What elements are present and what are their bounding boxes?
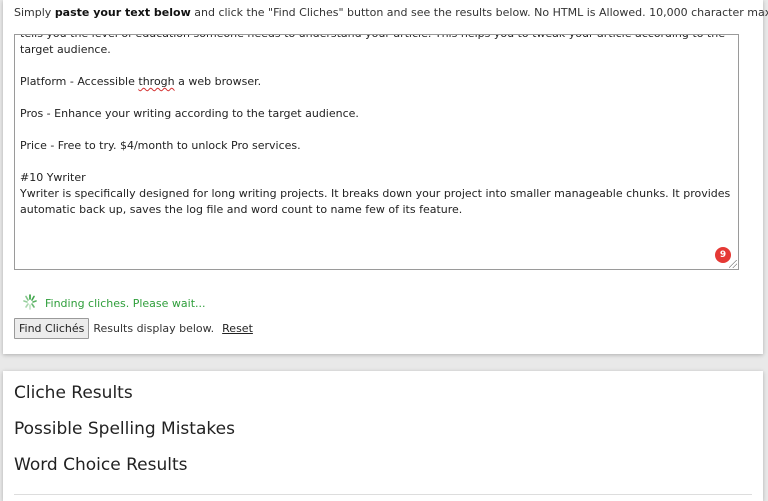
misspelled-word[interactable]: throgh [138,75,174,88]
editor-line-platform: Platform - Accessible throgh a web brows… [20,75,262,88]
text-input-area[interactable]: tells you the level of education someone… [14,34,739,270]
editor-line-clipped: tells you the level of education someone… [20,35,732,42]
editor-line-pros: Pros - Enhance your writing according to… [20,107,359,120]
find-cliches-button[interactable]: Find Clichés [14,318,90,339]
resize-handle-icon[interactable] [729,260,737,268]
results-display-text: Results display below. [93,322,215,335]
loading-spinner-icon [23,294,37,310]
instructions-text: Simply paste your text below and click t… [14,6,768,19]
cliche-finder-card: Simply paste your text below and click t… [3,0,768,354]
editor-line-audience: target audience. [20,43,111,56]
editor-line-price: Price - Free to try. $4/month to unlock … [20,139,301,152]
cliche-results-heading: Cliche Results [14,383,133,403]
instructions-bold: paste your text below [54,6,191,19]
spelling-mistakes-heading: Possible Spelling Mistakes [14,419,235,439]
action-row: Find Clichés Results display below. Rese… [14,318,253,339]
status-message: Finding cliches. Please wait... [45,297,206,310]
word-choice-heading: Word Choice Results [14,455,188,475]
reset-link[interactable]: Reset [222,322,253,335]
editor-line-heading: #10 Ywriter [20,171,86,184]
results-card: Cliche Results Possible Spelling Mistake… [3,371,763,501]
editor-line-body: Ywriter is specifically designed for lon… [20,187,731,216]
results-divider [14,494,752,495]
